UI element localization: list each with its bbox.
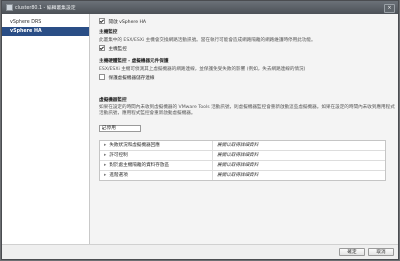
row-value: 展開以取得詳細資料 — [217, 153, 259, 158]
row-value: 展開以取得詳細資料 — [217, 173, 259, 178]
host-monitoring-description: 此叢集中的 ESX/ESXi 主機會交換網路活動訊號。當在執行可能會造成網路隔離… — [99, 38, 316, 43]
ok-button[interactable]: 確定 — [339, 248, 365, 256]
table-row[interactable]: ▸ 進階選項 展開以取得詳細資料 — [100, 171, 385, 180]
expand-arrow-icon[interactable]: ▸ — [104, 153, 106, 158]
expand-arrow-icon[interactable]: ▸ — [104, 143, 106, 148]
edit-cluster-settings-dialog: cluster80.1 - 編輯叢集設定 × vSphere DRS vSphe… — [1, 0, 399, 260]
sidebar-item-vsphere-drs[interactable]: vSphere DRS — [2, 18, 89, 27]
row-value: 展開以取得詳細資料 — [217, 163, 259, 168]
row-value: 展開以取得詳細資料 — [217, 143, 259, 148]
cancel-button[interactable]: 取消 — [368, 248, 394, 256]
expand-arrow-icon[interactable]: ▸ — [104, 163, 106, 168]
enable-ha-checkbox[interactable] — [99, 18, 105, 24]
vm-monitoring-heading: 虛擬機器監控 — [99, 98, 127, 103]
table-row[interactable]: ▸ 失敗狀況和虛擬機器回應 展開以取得詳細資料 — [100, 141, 385, 151]
host-monitoring-row[interactable]: 主機監控 — [99, 45, 127, 52]
expand-arrow-icon[interactable]: ▸ — [104, 173, 106, 178]
enable-ha-row[interactable]: 開啟 vSphere HA — [99, 18, 146, 25]
chevron-down-icon — [102, 128, 104, 130]
ha-settings-table: ▸ 失敗狀況和虛擬機器回應 展開以取得詳細資料 ▸ 許可控制 展開以取得詳細資料 ▸… — [99, 140, 386, 181]
vm-monitoring-select-value: 已停用 — [102, 126, 116, 131]
vm-component-protection-description: ESX/ESXi 主機可偵測其上虛擬機器的網路連線，並保護免受失敗的影響 (例如… — [99, 67, 306, 72]
protect-storage-label: 保護虛擬機器儲存連線 — [108, 75, 155, 81]
host-monitoring-label: 主機監控 — [108, 46, 127, 52]
table-row[interactable]: ▸ 許可控制 展開以取得詳細資料 — [100, 151, 385, 161]
settings-sidebar: vSphere DRS vSphere HA — [2, 14, 90, 245]
vm-monitoring-description: 如果在設定的時間內未收到虛擬機器的 VMware Tools 活動訊號，則虛擬機… — [99, 105, 395, 116]
vm-monitoring-select[interactable]: 已停用 — [99, 125, 141, 132]
cluster-icon — [6, 4, 13, 11]
close-button[interactable]: × — [384, 4, 395, 13]
dialog-footer: 確定 取消 — [2, 244, 398, 259]
protect-storage-row[interactable]: 保護虛擬機器儲存連線 — [99, 74, 154, 81]
row-label: 進階選項 — [109, 173, 128, 178]
protect-storage-checkbox[interactable] — [99, 74, 105, 80]
window-title: cluster80.1 - 編輯叢集設定 — [15, 6, 76, 11]
sidebar-item-vsphere-ha[interactable]: vSphere HA — [2, 27, 89, 36]
row-label: 許可控制 — [109, 153, 128, 158]
table-row[interactable]: ▸ 對於處主機隔離的資料存放區 展開以取得詳細資料 — [100, 161, 385, 171]
row-label: 失敗狀況和虛擬機器回應 — [109, 143, 160, 148]
settings-panel: 開啟 vSphere HA 主機監控 此叢集中的 ESX/ESXi 主機會交換網… — [90, 14, 398, 245]
enable-ha-label: 開啟 vSphere HA — [108, 19, 147, 25]
row-label: 對於處主機隔離的資料存放區 — [109, 163, 170, 168]
host-monitoring-checkbox[interactable] — [99, 45, 105, 51]
host-monitoring-heading: 主機監控 — [99, 30, 118, 35]
vm-component-protection-heading: 主機硬體監控 - 虛擬機器元件保護 — [99, 59, 169, 64]
title-bar: cluster80.1 - 編輯叢集設定 × — [2, 1, 398, 14]
